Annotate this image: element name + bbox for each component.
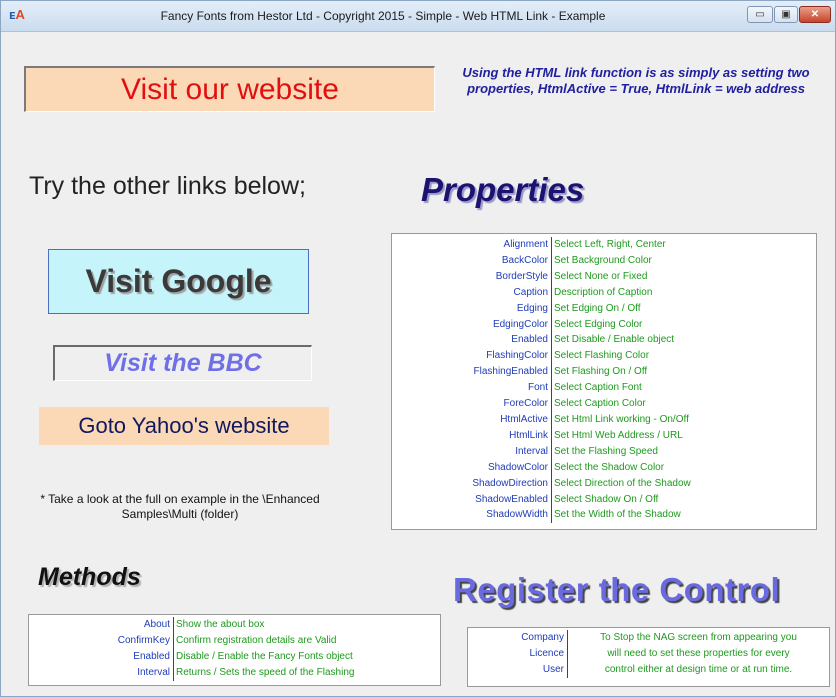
property-row: BorderStyle Select None or Fixed [392,268,816,285]
property-row: Enabled Set Disable / Enable object [392,332,816,349]
property-desc: Description of Caption [554,286,653,298]
register-name: Licence [468,645,568,662]
property-desc: Select Left, Right, Center [554,239,666,250]
property-name: Alignment [392,237,552,253]
method-row: Enabled Disable / Enable the Fancy Fonts … [29,648,440,665]
try-links-text: Try the other links below; [29,172,306,200]
property-name: Font [392,380,552,397]
property-name: HtmlLink [392,427,552,444]
property-name: BackColor [392,252,552,269]
maximize-button[interactable]: ▣ [774,6,798,23]
property-name: ForeColor [392,396,552,412]
property-row: HtmlActive Set Html Link working - On/Off [392,411,816,428]
property-desc: Set Html Web Address / URL [554,429,683,441]
method-name: Enabled [29,648,174,665]
app-window: ᴇA Fancy Fonts from Hestor Ltd - Copyrig… [0,0,836,697]
register-row: Licence will need to set these properties… [468,645,829,662]
property-row: ShadowEnabled Select Shadow On / Off [392,491,816,508]
method-row: Interval Returns / Sets the speed of the … [29,664,440,681]
register-desc: will need to set these properties for ev… [607,647,790,659]
property-name: Caption [392,284,552,301]
property-name: Interval [392,443,552,460]
property-desc: Select Caption Font [554,382,642,394]
intro-text: Using the HTML link function is as simpl… [462,65,810,96]
method-name: Interval [29,664,174,681]
property-row: EdgingColor Select Edging Color [392,316,816,333]
property-desc: Select Direction of the Shadow [554,477,691,489]
visit-google-link[interactable]: Visit Google [48,249,309,314]
property-row: HtmlLink Set Html Web Address / URL [392,427,816,444]
property-desc: Set the Flashing Speed [554,445,658,457]
register-desc: control either at design time or at run … [604,663,793,675]
property-row: ForeColor Select Caption Color [392,396,816,412]
method-row: About Show the about box [29,617,440,633]
property-row: ShadowColor Select the Shadow Color [392,459,816,476]
property-desc: Set Disable / Enable object [554,334,675,346]
title-bar[interactable]: ᴇA Fancy Fonts from Hestor Ltd - Copyrig… [1,1,835,32]
property-name: HtmlActive [392,411,552,428]
property-row: ShadowWidth Set the Width of the Shadow [392,507,816,524]
register-row: Company To Stop the NAG screen from appea… [468,630,829,646]
example-note: * Take a look at the full on example in … [40,492,320,521]
property-name: BorderStyle [392,268,552,285]
property-name: FlashingEnabled [392,364,552,381]
method-desc: Confirm registration details are Valid [176,634,337,646]
methods-title: Methods [38,563,141,591]
method-desc: Show the about box [176,619,265,630]
property-row: Caption Description of Caption [392,284,816,301]
visit-bbc-link[interactable]: Visit the BBC [53,345,312,381]
app-icon: ᴇA [9,7,25,22]
property-name: Edging [392,300,552,317]
property-desc: Select the Shadow Color [554,461,665,473]
property-name: EdgingColor [392,316,552,333]
property-desc: Set Html Link working - On/Off [554,413,689,425]
property-row: Interval Set the Flashing Speed [392,443,816,460]
property-name: ShadowEnabled [392,491,552,508]
property-row: Font Select Caption Font [392,380,816,397]
register-title: Register the Control [453,571,781,608]
property-row: FlashingEnabled Set Flashing On / Off [392,364,816,381]
property-row: Alignment Select Left, Right, Center [392,237,816,253]
property-desc: Select None or Fixed [554,270,648,282]
properties-grid: Alignment Select Left, Right, Center BackC… [391,233,817,530]
property-row: ShadowDirection Select Direction of the S… [392,475,816,492]
property-name: ShadowColor [392,459,552,476]
property-desc: Select Flashing Color [554,350,650,362]
register-grid: Company To Stop the NAG screen from appea… [467,627,830,687]
property-desc: Select Shadow On / Off [554,493,659,505]
register-name: User [468,661,568,678]
property-row: FlashingColor Select Flashing Color [392,348,816,365]
register-desc: To Stop the NAG screen from appearing yo… [600,632,797,643]
minimize-button[interactable]: ▭ [747,6,773,23]
goto-yahoo-link[interactable]: Goto Yahoo's website [39,407,329,445]
window-title: Fancy Fonts from Hestor Ltd - Copyright … [160,9,606,23]
method-desc: Disable / Enable the Fancy Fonts object [176,650,353,662]
properties-title: Properties [421,171,585,208]
property-desc: Set the Width of the Shadow [554,509,681,521]
property-name: Enabled [392,332,552,349]
property-desc: Set Edging On / Off [554,302,641,314]
property-row: BackColor Set Background Color [392,252,816,269]
property-desc: Set Background Color [554,254,652,266]
method-name: ConfirmKey [29,632,174,649]
property-name: ShadowWidth [392,507,552,524]
close-button[interactable]: ✕ [799,6,831,23]
property-name: FlashingColor [392,348,552,365]
methods-grid: About Show the about box ConfirmKey Confirm… [28,614,441,686]
register-name: Company [468,630,568,646]
method-name: About [29,617,174,633]
method-row: ConfirmKey Confirm registration details a… [29,632,440,649]
method-desc: Returns / Sets the speed of the Flashing [176,666,355,678]
register-row: User control either at design time or at … [468,661,829,678]
property-desc: Select Caption Color [554,398,646,410]
property-name: ShadowDirection [392,475,552,492]
property-desc: Select Edging Color [554,318,643,330]
property-row: Edging Set Edging On / Off [392,300,816,317]
visit-website-link[interactable]: Visit our website [24,66,435,112]
property-desc: Set Flashing On / Off [554,366,648,378]
